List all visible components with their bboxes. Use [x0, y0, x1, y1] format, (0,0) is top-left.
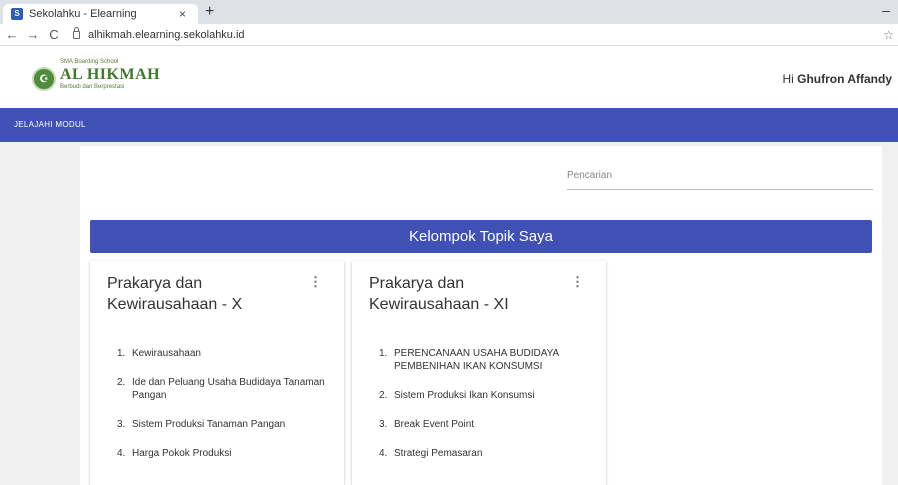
reload-icon[interactable]: C: [45, 27, 63, 42]
topic-list: 1. Kewirausahaan 2. Ide dan Peluang Usaha …: [117, 347, 344, 476]
new-tab-icon[interactable]: +: [205, 3, 214, 21]
topic-label: Ide dan Peluang Usaha Budidaya Tanaman P…: [132, 377, 325, 401]
logo-tagline-bottom: Berbudi dan Berprestasi: [60, 84, 125, 90]
user-greeting[interactable]: Hi Ghufron Affandy: [782, 72, 892, 86]
course-card[interactable]: Prakarya dan Kewirausahaan - X ⋮ 1. Kewir…: [90, 261, 344, 485]
topic-label: PERENCANAAN USAHA BUDIDAYA PEMBENIHAN IK…: [394, 348, 559, 372]
topic-item[interactable]: 4. Strategi Pemasaran: [379, 447, 606, 460]
school-logo-icon[interactable]: ☪: [32, 67, 56, 91]
site-header: ☪ SMA Boarding School AL HIKMAH Berbudi …: [0, 46, 898, 108]
topic-item[interactable]: 2. Ide dan Peluang Usaha Budidaya Tanaman…: [117, 376, 344, 402]
topic-label: Sistem Produksi Ikan Konsumsi: [394, 390, 535, 401]
topic-number: 1.: [379, 348, 388, 359]
topic-label: Break Event Point: [394, 419, 475, 430]
topic-item[interactable]: 3. Sistem Produksi Tanaman Pangan: [117, 418, 344, 431]
url-text: alhikmah.elearning.sekolahku.id: [88, 28, 245, 41]
search-input[interactable]: Pencarian: [567, 168, 873, 190]
browser-tabstrip: S Sekolahku - Elearning × + –: [0, 0, 898, 24]
back-arrow-icon[interactable]: ←: [3, 27, 21, 42]
user-name: Ghufron Affandy: [797, 72, 892, 86]
topic-number: 3.: [117, 419, 126, 430]
topic-label: Kewirausahaan: [132, 348, 201, 359]
logo-tagline-top: SMA Boarding School: [60, 59, 119, 65]
url-field[interactable]: alhikmah.elearning.sekolahku.id: [73, 26, 245, 41]
bookmark-star-icon[interactable]: ☆: [883, 28, 894, 42]
nav-link-jelajahi-modul[interactable]: JELAJAHI MODUL: [14, 120, 86, 129]
more-vert-icon[interactable]: ⋮: [571, 274, 584, 290]
topic-label: Sistem Produksi Tanaman Pangan: [132, 419, 286, 430]
topic-label: Harga Pokok Produksi: [132, 448, 232, 459]
main-navbar: JELAJAHI MODUL: [0, 108, 898, 142]
lock-icon: [73, 26, 80, 39]
site-favicon-icon: S: [11, 8, 23, 20]
topic-number: 1.: [117, 348, 126, 359]
address-bar: ← → C alhikmah.elearning.sekolahku.id ☆: [0, 24, 898, 46]
greeting-prefix: Hi: [782, 72, 794, 86]
topic-item[interactable]: 2. Sistem Produksi Ikan Konsumsi: [379, 389, 606, 402]
topic-item[interactable]: 4. Harga Pokok Produksi: [117, 447, 344, 460]
tab-close-icon[interactable]: ×: [179, 7, 186, 21]
topic-group-header: Kelompok Topik Saya: [90, 220, 872, 253]
topic-number: 4.: [117, 448, 126, 459]
course-title[interactable]: Prakarya dan Kewirausahaan - XI: [369, 273, 569, 315]
forward-arrow-icon[interactable]: →: [24, 27, 42, 42]
topic-number: 2.: [379, 390, 388, 401]
course-card[interactable]: Prakarya dan Kewirausahaan - XI ⋮ 1. PERE…: [352, 261, 606, 485]
topic-number: 3.: [379, 419, 388, 430]
topic-label: Strategi Pemasaran: [394, 448, 483, 459]
browser-tab[interactable]: S Sekolahku - Elearning ×: [3, 4, 198, 24]
topic-number: 4.: [379, 448, 388, 459]
topic-item[interactable]: 1. PERENCANAAN USAHA BUDIDAYA PEMBENIHAN …: [379, 347, 606, 373]
topic-number: 2.: [117, 377, 126, 388]
tab-title: Sekolahku - Elearning: [29, 8, 137, 20]
more-vert-icon[interactable]: ⋮: [309, 274, 322, 290]
minimize-icon[interactable]: –: [882, 2, 890, 18]
main-content: Pencarian Kelompok Topik Saya Prakarya d…: [80, 146, 882, 485]
topic-list: 1. PERENCANAAN USAHA BUDIDAYA PEMBENIHAN …: [379, 347, 606, 476]
logo-title[interactable]: AL HIKMAH: [60, 66, 160, 84]
topic-item[interactable]: 1. Kewirausahaan: [117, 347, 344, 360]
topic-item[interactable]: 3. Break Event Point: [379, 418, 606, 431]
course-title[interactable]: Prakarya dan Kewirausahaan - X: [107, 273, 307, 315]
